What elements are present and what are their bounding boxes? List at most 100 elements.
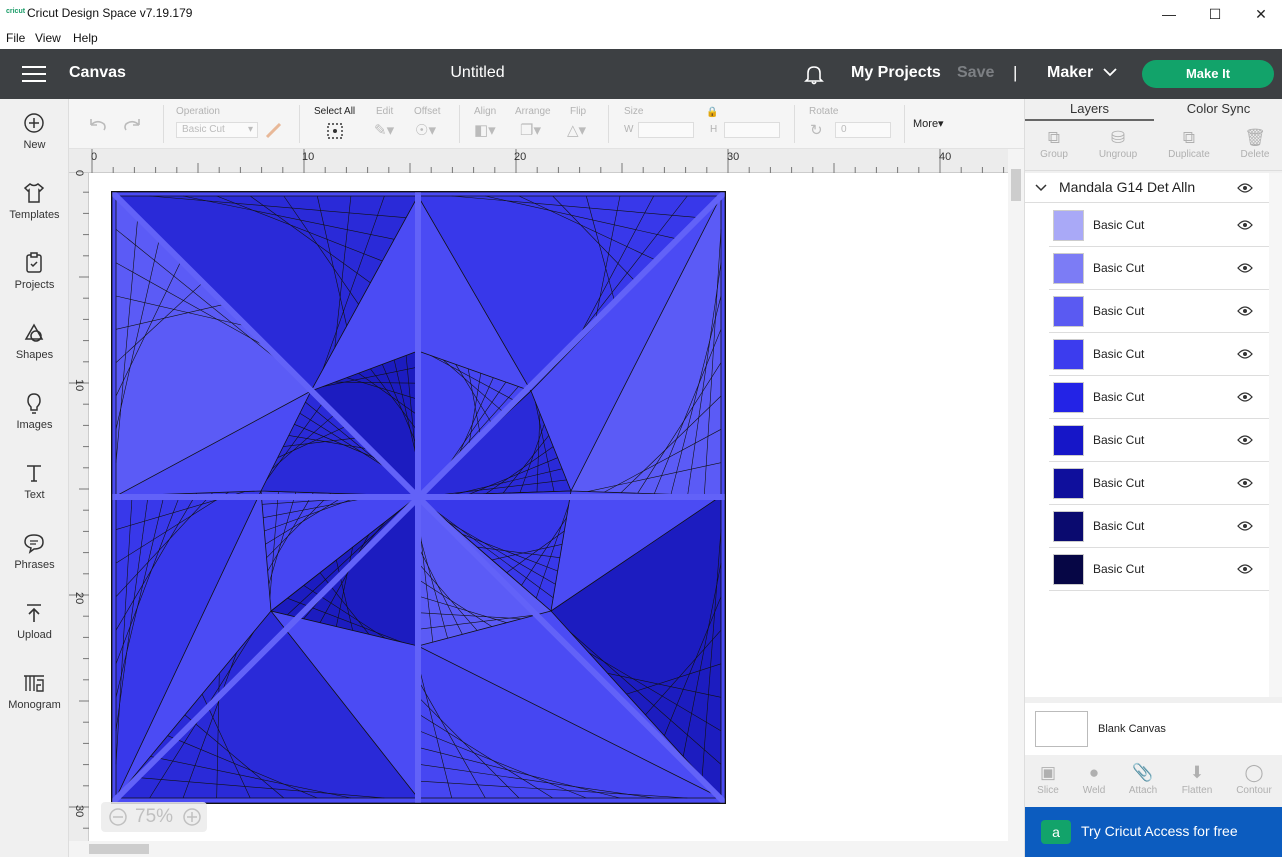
sidebar-item-shapes[interactable]: Shapes	[0, 309, 69, 379]
toolbar-divider	[163, 105, 164, 143]
canvas-vertical-scrollbar[interactable]	[1008, 149, 1024, 841]
width-input[interactable]	[638, 122, 694, 138]
layer-row[interactable]: Basic Cut	[1049, 333, 1269, 376]
scroll-thumb[interactable]	[1011, 169, 1021, 201]
layer-name: Basic Cut	[1093, 261, 1145, 275]
rotate-value: 0	[841, 124, 847, 135]
zoom-out-icon[interactable]	[108, 807, 128, 827]
machine-select[interactable]: Maker	[1047, 64, 1093, 82]
mandala-design[interactable]	[111, 191, 726, 804]
layer-row[interactable]: Basic Cut	[1049, 419, 1269, 462]
menu-help[interactable]: Help	[73, 31, 98, 45]
canvas-horizontal-scrollbar[interactable]	[69, 841, 1024, 857]
flip-icon[interactable]: △▾	[567, 121, 586, 141]
tab-layers[interactable]: Layers	[1025, 99, 1154, 121]
edit-label: Edit	[376, 106, 394, 117]
shirt-icon	[23, 183, 45, 203]
sidebar-item-new[interactable]: New	[0, 99, 69, 169]
ungroup-icon: ⛁	[1110, 128, 1126, 147]
ruler-label: 0	[73, 170, 85, 177]
offset-icon[interactable]: ☉▾	[415, 121, 436, 141]
eye-icon[interactable]	[1237, 520, 1253, 532]
redo-icon[interactable]	[122, 116, 144, 134]
save-button[interactable]: Save	[957, 64, 994, 82]
sidebar-item-upload[interactable]: Upload	[0, 589, 69, 659]
layer-row[interactable]: Basic Cut	[1049, 290, 1269, 333]
design-canvas[interactable]	[90, 173, 1008, 841]
scroll-thumb[interactable]	[89, 844, 149, 854]
layer-thumbnail	[1053, 339, 1084, 370]
pen-color-icon[interactable]	[264, 120, 284, 140]
notification-bell-icon[interactable]	[803, 63, 825, 85]
operation-select[interactable]: Basic Cut ▾	[176, 122, 258, 138]
delete-button[interactable]: 🗑 Delete	[1223, 127, 1282, 160]
layer-group[interactable]: Mandala G14 Det Alln	[1025, 173, 1269, 203]
layer-row[interactable]: Basic Cut	[1049, 462, 1269, 505]
cricut-access-banner[interactable]: a Try Cricut Access for free	[1025, 807, 1282, 857]
layer-row[interactable]: Basic Cut	[1049, 505, 1269, 548]
maximize-button[interactable]: ☐	[1192, 0, 1238, 28]
eye-icon[interactable]	[1237, 219, 1253, 231]
lock-icon[interactable]: 🔒	[706, 107, 718, 118]
ungroup-button[interactable]: ⛁ Ungroup	[1086, 127, 1150, 160]
monogram-icon	[24, 675, 44, 692]
flip-label: Flip	[570, 106, 587, 117]
undo-icon[interactable]	[86, 116, 108, 134]
chevron-down-icon[interactable]	[1035, 183, 1047, 193]
make-it-button[interactable]: Make It	[1142, 60, 1274, 88]
eye-icon[interactable]	[1237, 305, 1253, 317]
eye-icon[interactable]	[1237, 182, 1253, 194]
group-icon: ⧉	[1047, 128, 1061, 147]
toolbar-divider	[459, 105, 460, 143]
layer-row[interactable]: Basic Cut	[1049, 548, 1269, 591]
rotate-icon: ↻	[810, 122, 823, 139]
sidebar-item-monogram[interactable]: Monogram	[0, 659, 69, 729]
sidebar-item-phrases[interactable]: Phrases	[0, 519, 69, 589]
select-all-icon[interactable]	[326, 122, 344, 140]
group-button[interactable]: ⧉ Group	[1022, 127, 1086, 160]
attach-button[interactable]: 📎 Attach	[1118, 761, 1168, 796]
eye-icon[interactable]	[1237, 477, 1253, 489]
menu-view[interactable]: View	[35, 31, 61, 45]
align-icon[interactable]: ◧▾	[474, 121, 496, 141]
layer-thumbnail	[1053, 382, 1084, 413]
blank-canvas-swatch[interactable]	[1035, 711, 1088, 747]
sidebar-item-projects[interactable]: Projects	[0, 239, 69, 309]
zoom-in-icon[interactable]	[182, 807, 202, 827]
left-sidebar: New Templates Projects Shapes Images Tex…	[0, 99, 69, 857]
minimize-button[interactable]: —	[1146, 0, 1192, 28]
arrange-icon[interactable]: ❐▾	[520, 121, 541, 141]
eye-icon[interactable]	[1237, 262, 1253, 274]
blank-canvas-row[interactable]: Blank Canvas	[1025, 703, 1282, 755]
eye-icon[interactable]	[1237, 391, 1253, 403]
operation-value: Basic Cut	[182, 124, 225, 135]
layer-name: Basic Cut	[1093, 304, 1145, 318]
more-button[interactable]: More▾	[913, 117, 944, 130]
duplicate-label: Duplicate	[1168, 149, 1210, 160]
close-window-button[interactable]: ✕	[1238, 0, 1282, 28]
layer-row[interactable]: Basic Cut	[1049, 376, 1269, 419]
height-input[interactable]	[724, 122, 780, 138]
slice-button[interactable]: ▣ Slice	[1023, 761, 1073, 796]
layer-row[interactable]: Basic Cut	[1049, 204, 1269, 247]
eye-icon[interactable]	[1237, 434, 1253, 446]
eye-icon[interactable]	[1237, 348, 1253, 360]
my-projects-button[interactable]: My Projects	[851, 64, 941, 82]
layer-row[interactable]: Basic Cut	[1049, 247, 1269, 290]
layers-scrollbar[interactable]	[1269, 173, 1282, 697]
sidebar-item-images[interactable]: Images	[0, 379, 69, 449]
sidebar-item-templates[interactable]: Templates	[0, 169, 69, 239]
sidebar-item-text[interactable]: Text	[0, 449, 69, 519]
menu-file[interactable]: File	[6, 31, 25, 45]
duplicate-button[interactable]: ⧉ Duplicate	[1157, 127, 1221, 160]
tab-color-sync[interactable]: Color Sync	[1154, 99, 1282, 121]
edit-pencil-icon[interactable]: ✎▾	[374, 121, 394, 141]
contour-button[interactable]: ◯ Contour	[1229, 761, 1279, 796]
ruler-label: 30	[727, 151, 740, 163]
flatten-button[interactable]: ⬇ Flatten	[1172, 761, 1222, 796]
eye-icon[interactable]	[1237, 563, 1253, 575]
chevron-down-icon[interactable]	[1101, 65, 1119, 79]
rotate-input[interactable]: 0	[835, 122, 891, 138]
shapes-icon	[24, 323, 44, 342]
weld-button[interactable]: ● Weld	[1069, 761, 1119, 796]
